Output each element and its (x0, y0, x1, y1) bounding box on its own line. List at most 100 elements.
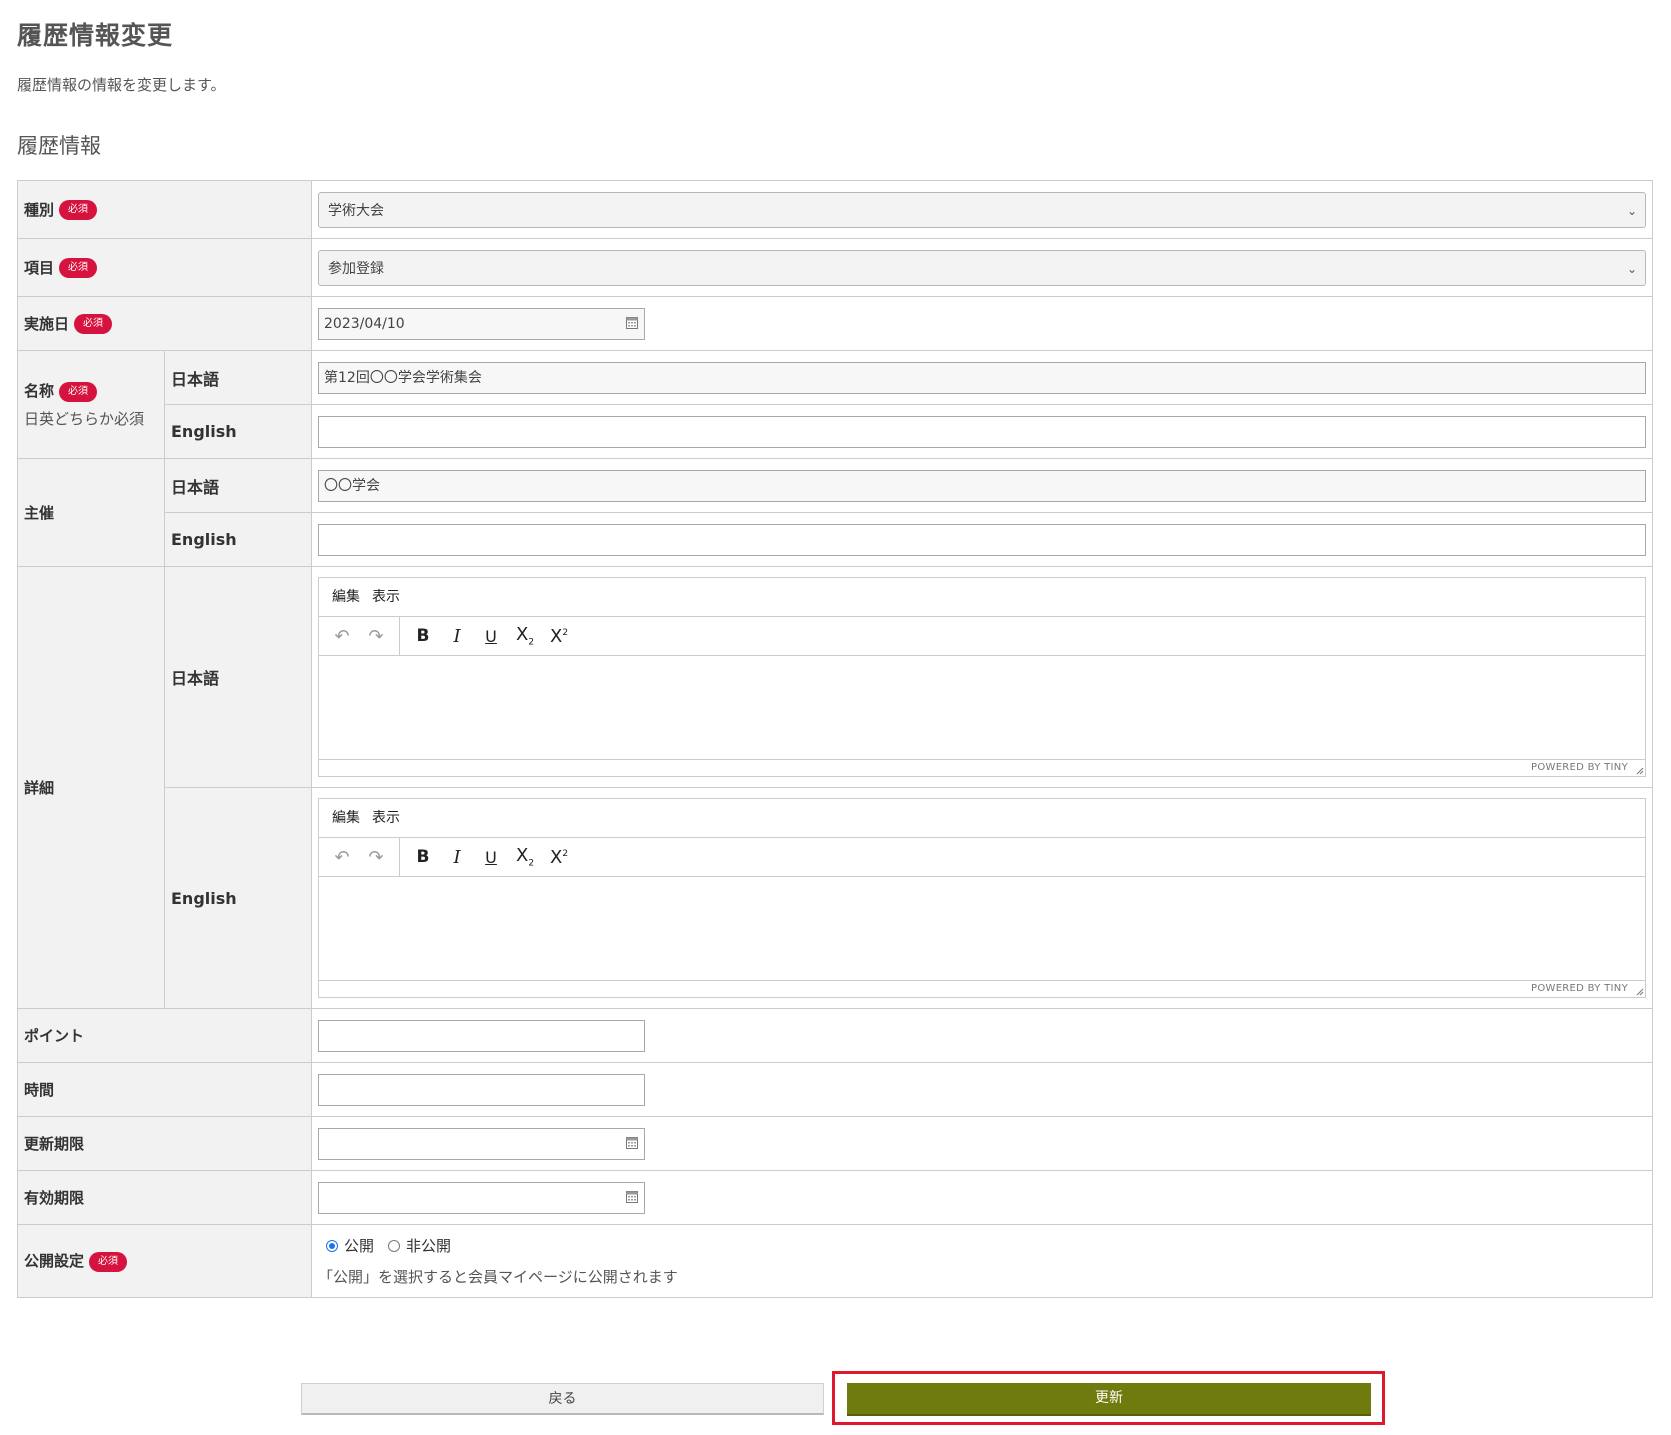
row-time: 時間 (16, 1062, 1653, 1117)
powered-by-tiny[interactable]: POWERED BY TINY (1531, 983, 1628, 994)
italic-icon[interactable]: I (440, 626, 474, 647)
editor-menubar: 編集 表示 (319, 578, 1645, 617)
details-en-edit-area[interactable] (319, 877, 1645, 980)
details-en-editor: 編集 表示 ↶ ↷ B I U X2 X2 POWERED BY TINY (318, 798, 1646, 998)
item-label-cell: 項目 必須 (16, 238, 313, 297)
name-en-cell (311, 404, 1653, 459)
powered-by-tiny[interactable]: POWERED BY TINY (1531, 762, 1628, 773)
superscript-icon[interactable]: X2 (542, 847, 576, 868)
editor-statusbar: POWERED BY TINY (319, 980, 1645, 997)
redo-icon[interactable]: ↷ (359, 847, 393, 868)
row-publish: 公開設定 必須 公開 非公開 「公開」を選択すると会員マイページに公開されます (16, 1224, 1653, 1298)
editor-statusbar: POWERED BY TINY (319, 759, 1645, 776)
required-badge: 必須 (59, 200, 98, 221)
row-renewal-deadline: 更新期限 (16, 1116, 1653, 1171)
name-ja-input[interactable]: 第12回〇〇学会学術集会 (318, 361, 1646, 394)
time-input[interactable] (318, 1073, 646, 1106)
publish-cell: 公開 非公開 「公開」を選択すると会員マイページに公開されます (311, 1224, 1653, 1298)
required-badge: 必須 (59, 258, 98, 279)
organizer-ja-label: 日本語 (163, 458, 313, 513)
undo-icon[interactable]: ↶ (325, 847, 359, 868)
menu-view[interactable]: 表示 (372, 810, 400, 826)
chevron-down-icon: ⌄ (1626, 261, 1637, 276)
type-select[interactable]: 学術大会 ⌄ (318, 191, 1646, 228)
menu-edit[interactable]: 編集 (332, 589, 360, 605)
underline-icon[interactable]: U (474, 627, 508, 646)
organizer-en-input[interactable] (318, 523, 1646, 556)
name-ja-label: 日本語 (163, 350, 313, 405)
menu-view[interactable]: 表示 (372, 589, 400, 605)
subscript-icon[interactable]: X2 (508, 624, 542, 648)
renewal-deadline-cell (311, 1116, 1653, 1171)
row-type: 種別 必須 学術大会 ⌄ (16, 180, 1653, 239)
update-button[interactable]: 更新 (847, 1383, 1371, 1416)
history-group: ↶ ↷ (319, 838, 401, 876)
subscript-icon[interactable]: X2 (508, 845, 542, 869)
calendar-icon[interactable] (626, 1190, 639, 1203)
italic-icon[interactable]: I (440, 847, 474, 868)
points-input[interactable] (318, 1019, 646, 1052)
row-details-en: English 編集 表示 ↶ ↷ B I U X2 X2 POWERED BY… (18, 787, 1653, 1009)
radio-private[interactable] (388, 1239, 401, 1252)
renewal-deadline-input[interactable] (318, 1127, 646, 1160)
page-title: 履歴情報変更 (17, 21, 174, 50)
name-en-label: English (163, 404, 313, 459)
points-cell (311, 1008, 1653, 1063)
history-group: ↶ ↷ (319, 617, 401, 655)
name-ja-input-value: 第12回〇〇学会学術集会 (324, 369, 482, 386)
calendar-icon[interactable] (626, 316, 639, 329)
date-value-cell: 2023/04/10 (311, 296, 1653, 351)
superscript-icon[interactable]: X2 (542, 626, 576, 647)
details-ja-cell: 編集 表示 ↶ ↷ B I U X2 X2 POWERED BY TINY (311, 566, 1653, 788)
format-group: B I U X2 X2 (400, 838, 582, 876)
name-en-input[interactable] (318, 415, 1646, 448)
type-value-cell: 学術大会 ⌄ (311, 180, 1653, 239)
organizer-ja-input[interactable]: 〇〇学会 (318, 469, 1646, 502)
radio-private-label[interactable]: 非公開 (406, 1235, 451, 1256)
organizer-ja-input-value: 〇〇学会 (324, 477, 381, 494)
bold-icon[interactable]: B (406, 626, 440, 646)
details-en-cell: 編集 表示 ↶ ↷ B I U X2 X2 POWERED BY TINY (311, 787, 1653, 1009)
date-input-value: 2023/04/10 (324, 315, 405, 332)
chevron-down-icon: ⌄ (1626, 203, 1637, 218)
publish-label: 公開設定 (24, 1252, 85, 1271)
required-badge: 必須 (59, 381, 98, 402)
row-expiry: 有効期限 (16, 1170, 1653, 1225)
publish-radio-group: 公開 非公開 (318, 1235, 1646, 1256)
back-button[interactable]: 戻る (301, 1383, 824, 1415)
radio-public-label[interactable]: 公開 (344, 1235, 374, 1256)
bold-icon[interactable]: B (406, 847, 440, 867)
details-label: 詳細 (17, 566, 165, 1009)
points-label: ポイント (16, 1008, 313, 1063)
expiry-cell (311, 1170, 1653, 1225)
publish-label-cell: 公開設定 必須 (16, 1224, 313, 1298)
date-input[interactable]: 2023/04/10 (318, 307, 646, 340)
resize-handle-icon[interactable] (1636, 767, 1644, 775)
row-name-en: English (18, 404, 1653, 459)
details-en-label: English (163, 787, 313, 1009)
required-badge: 必須 (74, 314, 113, 335)
date-label-cell: 実施日 必須 (16, 296, 313, 351)
undo-icon[interactable]: ↶ (325, 626, 359, 647)
editor-toolbar: ↶ ↷ B I U X2 X2 (319, 838, 1645, 877)
radio-public[interactable] (326, 1239, 339, 1252)
time-cell (311, 1062, 1653, 1117)
format-group: B I U X2 X2 (400, 617, 582, 655)
row-details-ja: 詳細 日本語 編集 表示 ↶ ↷ B I U X2 X2 POWERED BY … (17, 566, 1653, 1009)
expiry-label: 有効期限 (16, 1170, 313, 1225)
type-label-cell: 種別 必須 (16, 180, 313, 239)
type-select-value: 学術大会 (328, 202, 385, 219)
item-label: 項目 (24, 258, 55, 277)
expiry-input[interactable] (318, 1181, 646, 1214)
item-select[interactable]: 参加登録 ⌄ (318, 249, 1646, 286)
row-organizer-ja: 主催 日本語 〇〇学会 (17, 458, 1653, 567)
calendar-icon[interactable] (626, 1136, 639, 1149)
resize-handle-icon[interactable] (1636, 988, 1644, 996)
details-ja-edit-area[interactable] (319, 656, 1645, 759)
redo-icon[interactable]: ↷ (359, 626, 393, 647)
underline-icon[interactable]: U (474, 848, 508, 867)
menu-edit[interactable]: 編集 (332, 810, 360, 826)
name-label: 名称 (24, 382, 55, 401)
details-ja-editor: 編集 表示 ↶ ↷ B I U X2 X2 POWERED BY TINY (318, 577, 1646, 777)
row-points: ポイント (16, 1008, 1653, 1063)
